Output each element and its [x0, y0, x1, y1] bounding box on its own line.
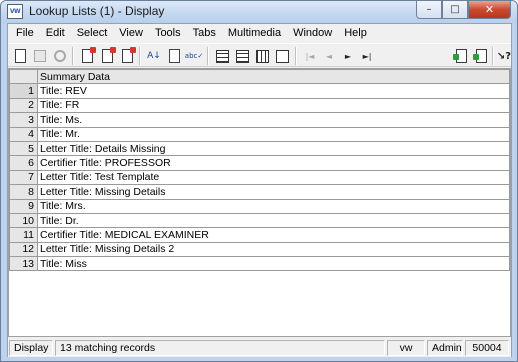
window-title: Lookup Lists (1) - Display	[29, 4, 165, 18]
new-record-icon[interactable]	[452, 48, 469, 64]
corner-cell[interactable]	[9, 68, 38, 85]
summary-cell[interactable]: Title: FR	[37, 97, 510, 114]
next-record-icon[interactable]: ►	[340, 48, 356, 64]
menu-select[interactable]: Select	[71, 24, 114, 43]
title-bar[interactable]: VW Lookup Lists (1) - Display – □ ✕	[1, 1, 517, 23]
menu-view[interactable]: View	[113, 24, 149, 43]
row-number[interactable]: 2	[9, 97, 38, 114]
table-row[interactable]: 12 Letter Title: Missing Details 2	[9, 241, 510, 258]
print-preview-icon[interactable]	[99, 47, 116, 64]
status-record-count: 13 matching records	[55, 340, 385, 356]
stop-icon[interactable]	[52, 48, 68, 64]
copy-record-icon[interactable]	[472, 48, 489, 64]
row-number[interactable]: 6	[9, 155, 38, 171]
status-user: Admin	[427, 340, 463, 356]
status-bar: Display 13 matching records vw Admin 500…	[8, 339, 511, 357]
window-controls: – □ ✕	[416, 1, 511, 19]
toolbar: A↓ abc✓ |◄ ◄ ► ►| ↘?	[8, 43, 511, 67]
summary-view-icon[interactable]	[254, 48, 270, 64]
row-number[interactable]: 10	[9, 212, 38, 229]
menu-edit[interactable]: Edit	[40, 24, 71, 43]
table-row[interactable]: 13 Title: Miss	[9, 256, 510, 272]
summary-cell[interactable]: Certifier Title: MEDICAL EXAMINER	[37, 227, 510, 243]
table-row[interactable]: 4 Title: Mr.	[9, 126, 510, 142]
table-row[interactable]: 3 Title: Ms.	[9, 112, 510, 128]
table-body: 1 Title: REV 2 Title: FR 3 Title: Ms. 4 Titl…	[9, 83, 510, 272]
print-icon[interactable]	[79, 47, 96, 64]
menu-bar: File Edit Select View Tools Tabs Multime…	[8, 24, 511, 43]
row-number[interactable]: 9	[9, 198, 38, 214]
sort-icon[interactable]: A↓	[146, 48, 162, 64]
table-row[interactable]: 6 Certifier Title: PROFESSOR	[9, 155, 510, 171]
row-number[interactable]: 13	[9, 256, 38, 272]
row-number[interactable]: 1	[9, 83, 38, 99]
summary-cell[interactable]: Title: Mr.	[37, 126, 510, 142]
table-row[interactable]: 5 Letter Title: Details Missing	[9, 140, 510, 157]
status-number: 50004	[465, 340, 509, 356]
menu-window[interactable]: Window	[287, 24, 338, 43]
summary-cell[interactable]: Letter Title: Details Missing	[37, 140, 510, 157]
close-button[interactable]: ✕	[468, 1, 511, 19]
table-row[interactable]: 11 Certifier Title: MEDICAL EXAMINER	[9, 227, 510, 243]
summary-cell[interactable]: Letter Title: Test Template	[37, 169, 510, 186]
summary-cell[interactable]: Title: Dr.	[37, 212, 510, 229]
table-row[interactable]: 10 Title: Dr.	[9, 212, 510, 229]
app-window: VW Lookup Lists (1) - Display – □ ✕ File…	[0, 0, 518, 362]
data-table: Summary Data 1 Title: REV 2 Title: FR 3 Tit…	[9, 68, 510, 272]
status-code: vw	[387, 340, 425, 356]
column-header-summary-data[interactable]: Summary Data	[37, 68, 510, 85]
summary-cell[interactable]: Letter Title: Missing Details 2	[37, 241, 510, 258]
minimize-button[interactable]: –	[416, 1, 442, 19]
app-icon[interactable]: VW	[7, 4, 23, 19]
row-number[interactable]: 7	[9, 169, 38, 186]
summary-cell[interactable]: Title: REV	[37, 83, 510, 99]
status-mode: Display	[9, 340, 53, 356]
table-row[interactable]: 2 Title: FR	[9, 97, 510, 114]
previous-record-icon[interactable]: ◄	[321, 48, 337, 64]
delete-icon[interactable]	[119, 47, 136, 64]
row-number[interactable]: 8	[9, 184, 38, 200]
summary-cell[interactable]: Title: Mrs.	[37, 198, 510, 214]
menu-tabs[interactable]: Tabs	[187, 24, 222, 43]
menu-tools[interactable]: Tools	[149, 24, 187, 43]
summary-cell[interactable]: Letter Title: Missing Details	[37, 184, 510, 200]
table-view-icon[interactable]	[234, 48, 250, 64]
menu-multimedia[interactable]: Multimedia	[222, 24, 287, 43]
detail-view-icon[interactable]	[274, 48, 290, 64]
summary-cell[interactable]: Certifier Title: PROFESSOR	[37, 155, 510, 171]
summary-grid: Summary Data 1 Title: REV 2 Title: FR 3 Tit…	[8, 68, 511, 337]
client-area: File Edit Select View Tools Tabs Multime…	[7, 23, 512, 357]
spellcheck-icon[interactable]: abc✓	[185, 48, 203, 64]
row-number[interactable]: 4	[9, 126, 38, 142]
menu-file[interactable]: File	[10, 24, 40, 43]
form-view-icon[interactable]	[214, 48, 230, 64]
new-document-icon[interactable]	[12, 48, 28, 64]
menu-help[interactable]: Help	[338, 24, 373, 43]
edit-icon[interactable]	[166, 48, 182, 64]
maximize-button[interactable]: □	[442, 1, 468, 19]
summary-cell[interactable]: Title: Miss	[37, 256, 510, 272]
row-number[interactable]: 11	[9, 227, 38, 243]
context-help-icon[interactable]: ↘?	[496, 48, 512, 64]
row-number[interactable]: 3	[9, 112, 38, 128]
save-icon[interactable]	[32, 48, 48, 64]
table-row[interactable]: 8 Letter Title: Missing Details	[9, 184, 510, 200]
summary-cell[interactable]: Title: Ms.	[37, 112, 510, 128]
last-record-icon[interactable]: ►|	[359, 48, 375, 64]
row-number[interactable]: 5	[9, 140, 38, 157]
header-row: Summary Data	[9, 68, 510, 85]
table-row[interactable]: 9 Title: Mrs.	[9, 198, 510, 214]
table-row[interactable]: 7 Letter Title: Test Template	[9, 169, 510, 186]
row-number[interactable]: 12	[9, 241, 38, 258]
first-record-icon[interactable]: |◄	[302, 48, 318, 64]
table-row[interactable]: 1 Title: REV	[9, 83, 510, 99]
